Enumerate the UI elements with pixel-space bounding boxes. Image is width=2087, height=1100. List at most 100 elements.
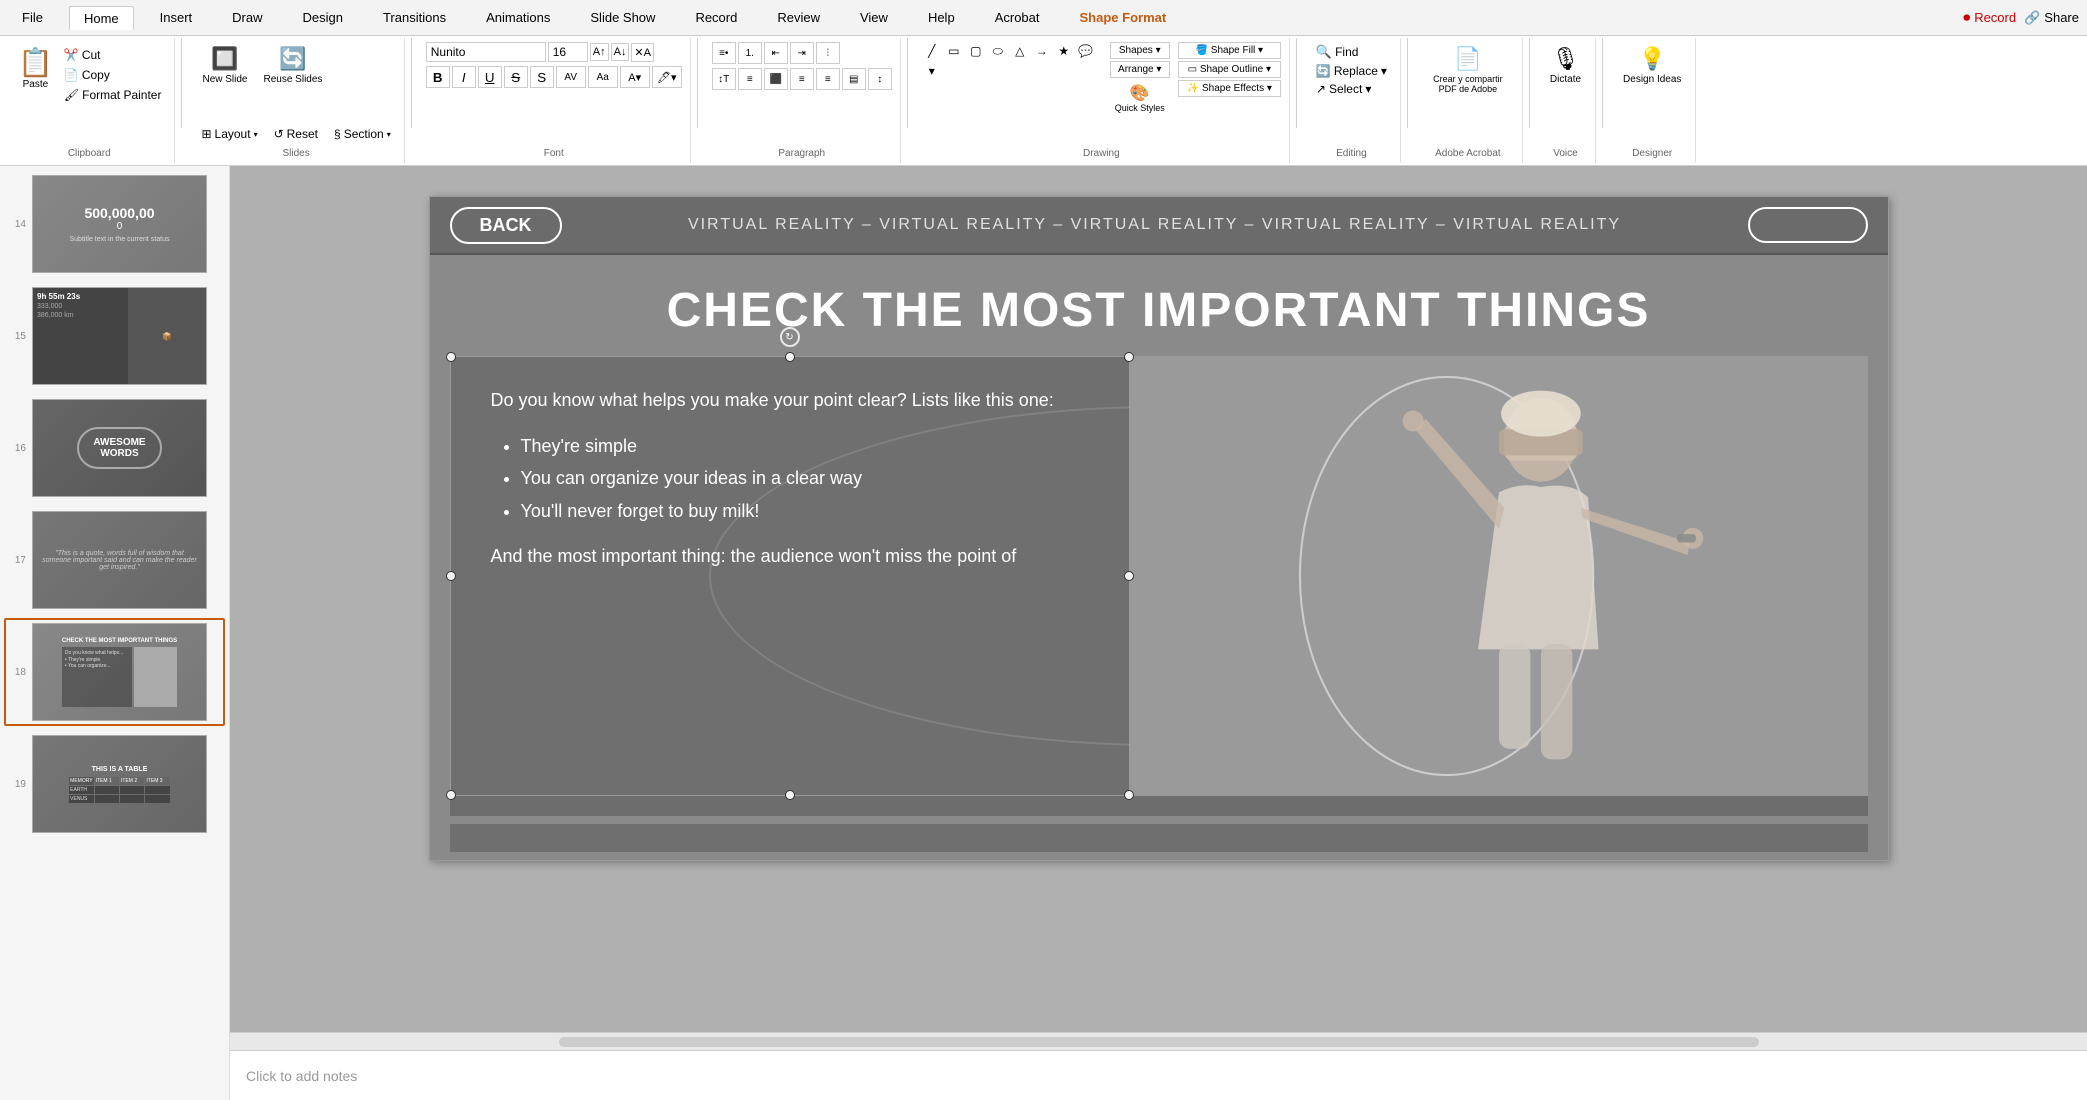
tab-file[interactable]: File	[8, 6, 57, 29]
create-share-pdf-button[interactable]: 📄 Crear y compartir PDF de Adobe	[1422, 42, 1514, 98]
sel-dot-tl[interactable]	[446, 352, 456, 362]
sel-dot-br[interactable]	[1124, 790, 1134, 800]
font-shrink-button[interactable]: A↓	[611, 43, 630, 61]
paste-button[interactable]: 📋 Paste	[12, 42, 59, 94]
rotation-handle[interactable]: ↻	[780, 327, 800, 347]
main-area: BACK VIRTUAL REALITY – VIRTUAL REALITY –…	[230, 166, 2087, 1100]
shape-line[interactable]: ╱	[922, 42, 942, 60]
shape-fill-button[interactable]: 🪣 Shape Fill ▾	[1178, 42, 1281, 59]
font-color-button[interactable]: A▾	[620, 66, 650, 88]
slide-thumb-19[interactable]: 19 THIS IS A TABLE MEMORY ITEM 1 ITEM 2 …	[4, 730, 225, 838]
shape-outline-button[interactable]: ▭ Shape Outline ▾	[1178, 61, 1281, 78]
slide-thumb-17[interactable]: 17 "This is a quote, words full of wisdo…	[4, 506, 225, 614]
slide-bottom-bar	[450, 796, 1868, 816]
italic-button[interactable]: I	[452, 66, 476, 88]
tab-help[interactable]: Help	[914, 6, 969, 29]
shape-chevron-down[interactable]: ▾	[922, 62, 942, 80]
section-button[interactable]: § Section ▾	[329, 125, 396, 143]
columns-button[interactable]: ⫶	[816, 42, 840, 64]
reset-button[interactable]: ↺ Reset	[269, 125, 323, 143]
tab-transitions[interactable]: Transitions	[369, 6, 460, 29]
tab-review[interactable]: Review	[763, 6, 834, 29]
line-spacing-button[interactable]: ↕	[868, 68, 892, 90]
sel-dot-tm[interactable]	[785, 352, 795, 362]
horizontal-scrollbar[interactable]	[230, 1032, 2087, 1050]
slide-thumb-15[interactable]: 15 9h 55m 23s 333,000 386,000 km 📦	[4, 282, 225, 390]
bullets-button[interactable]: ≡•	[712, 42, 736, 64]
notes-bar[interactable]: Click to add notes	[230, 1050, 2087, 1100]
font-grow-button[interactable]: A↑	[590, 43, 609, 61]
replace-button[interactable]: 🔄 Replace ▾	[1311, 62, 1392, 80]
tab-animations[interactable]: Animations	[472, 6, 564, 29]
change-case-button[interactable]: Aa	[588, 66, 618, 88]
increase-indent-button[interactable]: ⇥	[790, 42, 814, 64]
cut-button[interactable]: ✂️ Cut	[59, 46, 167, 64]
reuse-slides-button[interactable]: 🔄 Reuse Slides	[258, 42, 329, 89]
shape-rounded[interactable]: ▢	[966, 42, 986, 60]
scrollbar-thumb[interactable]	[559, 1037, 1759, 1047]
shadow-button[interactable]: S	[530, 66, 554, 88]
slide-thumb-14[interactable]: 14 500,000,00 0 Subtitle text in the cur…	[4, 170, 225, 278]
shape-star[interactable]: ★	[1054, 42, 1074, 60]
shape-arrow[interactable]: →	[1032, 42, 1052, 60]
bold-button[interactable]: B	[426, 66, 450, 88]
slide-image[interactable]	[1130, 356, 1868, 796]
tab-record[interactable]: Record	[681, 6, 751, 29]
align-center-button[interactable]: ≡	[790, 68, 814, 90]
tab-acrobat[interactable]: Acrobat	[981, 6, 1054, 29]
highlight-button[interactable]: 🖊▾	[652, 66, 682, 88]
tab-draw[interactable]: Draw	[218, 6, 276, 29]
tab-home[interactable]: Home	[69, 6, 134, 30]
slide-title: CHECK THE MOST IMPORTANT THINGS	[450, 283, 1868, 338]
content-textbox[interactable]: ↻ Do you know what helps you make your p…	[450, 356, 1130, 796]
ribbon-separator-8	[1602, 38, 1603, 128]
align-left-button[interactable]: ⬛	[764, 68, 788, 90]
slide-thumb-16[interactable]: 16 AWESOME WORDS	[4, 394, 225, 502]
sel-dot-bl[interactable]	[446, 790, 456, 800]
dictate-button[interactable]: 🎙 Dictate	[1544, 42, 1587, 89]
new-slide-button[interactable]: 🔲 New Slide	[196, 42, 253, 89]
font-name-input[interactable]	[426, 42, 546, 62]
copy-button[interactable]: 📄 Copy	[59, 66, 167, 84]
slide-preview-17: "This is a quote, words full of wisdom t…	[32, 511, 207, 609]
find-button[interactable]: 🔍 Find	[1311, 42, 1364, 62]
underline-button[interactable]: U	[478, 66, 502, 88]
slide-thumb-18[interactable]: 18 CHECK THE MOST IMPORTANT THINGS Do yo…	[4, 618, 225, 726]
char-spacing-button[interactable]: AV	[556, 66, 586, 88]
tab-design[interactable]: Design	[289, 6, 357, 29]
numbering-button[interactable]: 1.	[738, 42, 762, 64]
sel-dot-bm[interactable]	[785, 790, 795, 800]
sel-dot-tr[interactable]	[1124, 352, 1134, 362]
design-ideas-button[interactable]: 💡 Design Ideas	[1617, 42, 1687, 89]
font-size-input[interactable]	[548, 42, 588, 62]
strikethrough-button[interactable]: S	[504, 66, 528, 88]
format-painter-button[interactable]: 🖌 Format Painter	[59, 86, 167, 104]
tab-slideshow[interactable]: Slide Show	[576, 6, 669, 29]
back-button[interactable]: BACK	[450, 207, 562, 244]
sel-dot-ml[interactable]	[446, 571, 456, 581]
shape-callout[interactable]: 💬	[1076, 42, 1096, 60]
select-button[interactable]: ↗ Select ▾	[1311, 80, 1376, 98]
align-text-button[interactable]: ≡	[738, 68, 762, 90]
quick-styles-button[interactable]: 🎨 Quick Styles	[1110, 80, 1170, 116]
shape-effects-button[interactable]: ✨ Shape Effects ▾	[1178, 80, 1281, 97]
align-right-button[interactable]: ≡	[816, 68, 840, 90]
tab-view[interactable]: View	[846, 6, 902, 29]
arrange-button[interactable]: Arrange ▾	[1110, 61, 1170, 78]
tab-insert[interactable]: Insert	[146, 6, 207, 29]
record-button[interactable]: ⏺ Record	[1963, 9, 2016, 26]
clear-format-button[interactable]: ✕A	[631, 43, 654, 62]
shape-triangle[interactable]: △	[1010, 42, 1030, 60]
slide-num-17: 17	[8, 555, 26, 566]
justify-button[interactable]: ▤	[842, 68, 866, 90]
shape-rect[interactable]: ▭	[944, 42, 964, 60]
sel-dot-mr[interactable]	[1124, 571, 1134, 581]
share-button[interactable]: 🔗 Share	[2024, 10, 2079, 26]
tab-shape-format[interactable]: Shape Format	[1066, 6, 1181, 29]
layout-button[interactable]: ⊞ Layout ▾	[196, 125, 262, 143]
shapes-button[interactable]: Shapes ▾	[1110, 42, 1170, 59]
decrease-indent-button[interactable]: ⇤	[764, 42, 788, 64]
text-direction-button[interactable]: ↕T	[712, 68, 736, 90]
shape-ellipse[interactable]: ⬭	[988, 42, 1008, 60]
oval-button[interactable]	[1748, 207, 1868, 243]
